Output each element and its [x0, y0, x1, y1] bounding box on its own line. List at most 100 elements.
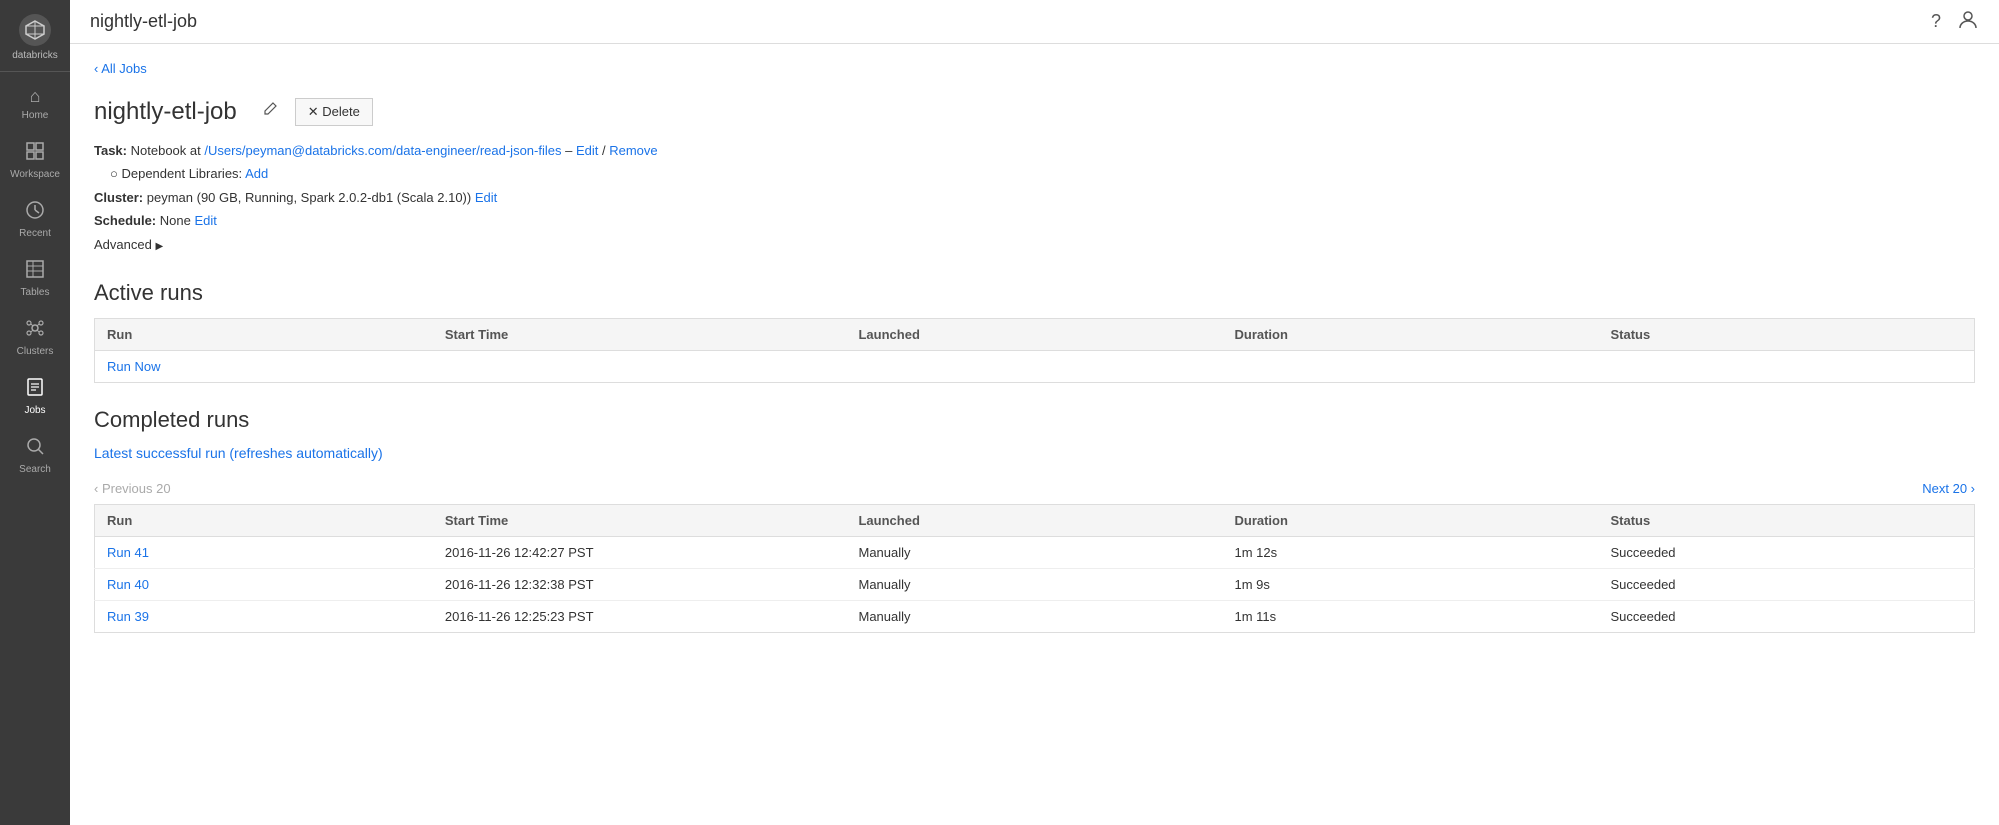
tables-icon: [25, 259, 45, 284]
sidebar-workspace-label: Workspace: [10, 169, 60, 180]
advanced-arrow-icon: ▶: [155, 241, 163, 252]
start-time-cell: 2016-11-26 12:32:38 PST: [433, 568, 847, 600]
active-run-now-row: Run Now: [95, 350, 1975, 382]
launched-cell: Manually: [846, 568, 1222, 600]
table-row: Run 40 2016-11-26 12:32:38 PST Manually …: [95, 568, 1975, 600]
active-runs-table: Run Start Time Launched Duration Status …: [94, 318, 1975, 383]
recent-icon: [25, 200, 45, 225]
active-runs-header-row: Run Start Time Launched Duration Status: [95, 318, 1975, 350]
advanced-label: Advanced: [94, 237, 152, 252]
completed-runs-header-row: Run Start Time Launched Duration Status: [95, 504, 1975, 536]
advanced-row[interactable]: Advanced ▶: [94, 233, 1975, 256]
launched-cell: Manually: [846, 536, 1222, 568]
topbar-title: nightly-etl-job: [90, 11, 197, 32]
task-row: Task: Notebook at /Users/peyman@databric…: [94, 139, 1975, 162]
active-runs-title: Active runs: [94, 280, 1975, 306]
active-col-duration: Duration: [1222, 318, 1598, 350]
schedule-value: None: [160, 213, 191, 228]
status-cell: Succeeded: [1598, 568, 1974, 600]
completed-runs-tbody: Run 41 2016-11-26 12:42:27 PST Manually …: [95, 536, 1975, 632]
launched-cell: Manually: [846, 600, 1222, 632]
duration-cell: 1m 9s: [1222, 568, 1598, 600]
brand: databricks: [0, 0, 70, 72]
run-link[interactable]: Run 39: [107, 609, 149, 624]
sidebar-item-search[interactable]: Search: [0, 426, 70, 485]
next-20-link[interactable]: Next 20 ›: [1922, 481, 1975, 496]
active-col-status: Status: [1598, 318, 1974, 350]
latest-successful-run-link[interactable]: Latest successful run (refreshes automat…: [94, 445, 383, 461]
task-label: Task:: [94, 143, 127, 158]
dependent-libraries-row: ○ Dependent Libraries: Add: [110, 162, 1975, 185]
schedule-label: Schedule:: [94, 213, 156, 228]
search-icon: [25, 436, 45, 461]
table-row: Run 41 2016-11-26 12:42:27 PST Manually …: [95, 536, 1975, 568]
home-icon: ⌂: [30, 86, 41, 107]
sidebar-home-label: Home: [22, 110, 49, 121]
task-notebook-path-link[interactable]: /Users/peyman@databricks.com/data-engine…: [204, 143, 561, 158]
run-link[interactable]: Run 41: [107, 545, 149, 560]
run-link-cell: Run 41: [95, 536, 433, 568]
pagination-row: ‹ Previous 20 Next 20 ›: [94, 473, 1975, 504]
sidebar-item-recent[interactable]: Recent: [0, 190, 70, 249]
brand-icon: [19, 14, 51, 46]
clusters-icon: [25, 318, 45, 343]
cluster-row: Cluster: peyman (90 GB, Running, Spark 2…: [94, 186, 1975, 209]
run-link-cell: Run 39: [95, 600, 433, 632]
completed-runs-table: Run Start Time Launched Duration Status …: [94, 504, 1975, 633]
cluster-value: peyman (90 GB, Running, Spark 2.0.2-db1 …: [147, 190, 471, 205]
sidebar-jobs-label: Jobs: [24, 405, 45, 416]
completed-col-status: Status: [1598, 504, 1974, 536]
sidebar-item-clusters[interactable]: Clusters: [0, 308, 70, 367]
status-cell: Succeeded: [1598, 600, 1974, 632]
help-icon[interactable]: ?: [1931, 11, 1941, 32]
completed-runs-title: Completed runs: [94, 407, 1975, 433]
job-edit-icon-button[interactable]: [253, 96, 287, 127]
completed-col-duration: Duration: [1222, 504, 1598, 536]
task-notebook-label: Notebook at: [131, 143, 205, 158]
run-now-cell: Run Now: [95, 350, 1975, 382]
bullet: ○: [110, 166, 121, 181]
user-icon[interactable]: [1957, 8, 1979, 35]
start-time-cell: 2016-11-26 12:42:27 PST: [433, 536, 847, 568]
jobs-icon: [25, 377, 45, 402]
cluster-label: Cluster:: [94, 190, 143, 205]
schedule-edit-link[interactable]: Edit: [194, 213, 216, 228]
completed-col-start: Start Time: [433, 504, 847, 536]
run-now-link[interactable]: Run Now: [107, 359, 160, 374]
completed-col-launched: Launched: [846, 504, 1222, 536]
delete-button[interactable]: ✕ Delete: [295, 98, 373, 126]
workspace-icon: [25, 141, 45, 166]
duration-cell: 1m 12s: [1222, 536, 1598, 568]
run-link[interactable]: Run 40: [107, 577, 149, 592]
duration-cell: 1m 11s: [1222, 600, 1598, 632]
status-cell: Succeeded: [1598, 536, 1974, 568]
sidebar-tables-label: Tables: [21, 287, 50, 298]
active-col-start: Start Time: [433, 318, 847, 350]
sidebar: databricks ⌂ Home Workspace Recent: [0, 0, 70, 825]
job-title: nightly-etl-job: [94, 98, 237, 126]
sidebar-item-jobs[interactable]: Jobs: [0, 367, 70, 426]
job-actions: ✕ Delete: [253, 96, 373, 127]
sidebar-search-label: Search: [19, 464, 51, 475]
sidebar-item-home[interactable]: ⌂ Home: [0, 76, 70, 131]
content-area: ‹ All Jobs nightly-etl-job ✕ Delete Task…: [70, 44, 1999, 825]
cluster-edit-link[interactable]: Edit: [475, 190, 497, 205]
table-row: Run 39 2016-11-26 12:25:23 PST Manually …: [95, 600, 1975, 632]
dep-libraries-add-link[interactable]: Add: [245, 166, 268, 181]
previous-20-label: ‹ Previous 20: [94, 481, 171, 496]
task-edit-link[interactable]: Edit: [576, 143, 598, 158]
sidebar-clusters-label: Clusters: [17, 346, 54, 357]
dep-libraries-label: Dependent Libraries:: [121, 166, 242, 181]
sidebar-item-tables[interactable]: Tables: [0, 249, 70, 308]
completed-col-run: Run: [95, 504, 433, 536]
active-col-launched: Launched: [846, 318, 1222, 350]
sidebar-item-workspace[interactable]: Workspace: [0, 131, 70, 190]
back-link[interactable]: ‹ All Jobs: [94, 61, 147, 76]
task-remove-link[interactable]: Remove: [609, 143, 657, 158]
schedule-row: Schedule: None Edit: [94, 209, 1975, 232]
job-meta: Task: Notebook at /Users/peyman@databric…: [94, 139, 1975, 256]
active-col-run: Run: [95, 318, 433, 350]
job-header: nightly-etl-job ✕ Delete: [94, 96, 1975, 127]
main-area: nightly-etl-job ? ‹ All Jobs nightly-etl…: [70, 0, 1999, 825]
brand-label: databricks: [12, 50, 58, 61]
